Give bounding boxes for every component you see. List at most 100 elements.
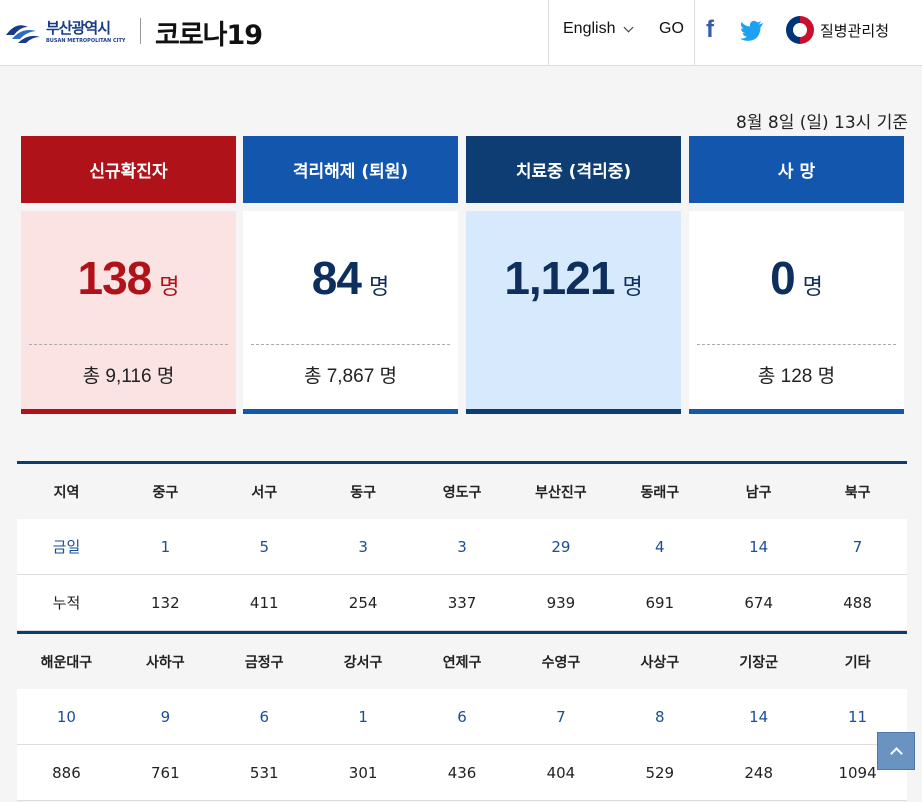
table-header-cell: 해운대구 bbox=[40, 654, 93, 671]
table-cell: 14 bbox=[749, 537, 769, 556]
stat-card-bar bbox=[466, 409, 681, 414]
table-cell: 337 bbox=[447, 593, 477, 612]
table-cell: 886 bbox=[52, 763, 81, 782]
update-date: 8월 8일 (일) 13시 기준 bbox=[736, 113, 908, 133]
stat-card-number: 0명 bbox=[689, 251, 904, 305]
kdca-link[interactable]: 질병관리청 bbox=[786, 16, 889, 44]
table-cell: 6 bbox=[457, 707, 467, 726]
stat-card-body: 138 명총 9,116 명 bbox=[21, 211, 236, 414]
table-cell: 488 bbox=[843, 593, 872, 612]
site-title[interactable]: 코로나19 bbox=[155, 13, 263, 52]
stat-card-total: 총 9,116 명 bbox=[82, 366, 175, 387]
table-header-cell: 사하구 bbox=[146, 654, 185, 671]
stat-card-body: 0명총 128 명 bbox=[689, 211, 904, 414]
table-cell: 254 bbox=[348, 593, 378, 612]
table-header-cell: 연제구 bbox=[442, 654, 482, 671]
stat-card-value: 138 bbox=[77, 252, 153, 304]
table-cell: 29 bbox=[551, 537, 571, 556]
stat-card-title: 사 망 bbox=[689, 136, 904, 203]
stat-card-bar bbox=[689, 409, 904, 414]
table-cell: 14 bbox=[749, 707, 769, 726]
table-cell: 761 bbox=[151, 763, 180, 782]
table-header-cell: 강서구 bbox=[343, 654, 383, 671]
logo-divider bbox=[140, 18, 141, 44]
table-header-row: 지역 중구 서구 동구 영도구 부산진구 동래구 남구 북구 bbox=[17, 464, 907, 519]
stat-card-divider bbox=[29, 344, 228, 345]
table-row-today: 금일 1 5 3 3 29 4 14 7 bbox=[17, 519, 907, 575]
site-header: 부산광역시 BUSAN METROPOLITAN CITY 코로나19 Engl… bbox=[0, 0, 922, 66]
table-cell: 7 bbox=[556, 707, 566, 726]
table-cell: 939 bbox=[546, 593, 576, 612]
stat-card-value: 0 bbox=[770, 252, 796, 304]
table-cell: 132 bbox=[151, 593, 180, 612]
table-cell: 1 bbox=[160, 537, 171, 556]
twitter-icon[interactable] bbox=[740, 20, 764, 42]
busan-logo-icon bbox=[4, 17, 42, 47]
language-select[interactable]: English bbox=[563, 20, 634, 38]
header-separator bbox=[694, 0, 695, 66]
table-header-cell: 기타 bbox=[844, 654, 871, 671]
table-header-cell: 사상구 bbox=[640, 654, 680, 671]
stat-card-title: 신규확진자 bbox=[21, 136, 236, 203]
table-cell: 531 bbox=[249, 763, 279, 782]
stat-card: 사 망 0명총 128 명 bbox=[689, 136, 904, 414]
stat-card-unit: 명 bbox=[368, 275, 390, 300]
table-cell: 248 bbox=[744, 763, 773, 782]
table-header-cell: 기장군 bbox=[739, 654, 778, 671]
table-cell: 3 bbox=[358, 537, 368, 556]
stat-card-bar bbox=[21, 409, 236, 414]
stat-card: 치료중 (격리중) 1,121 명 bbox=[466, 136, 681, 414]
stat-card-value: 84 bbox=[311, 252, 362, 304]
stat-card-number: 84 명 bbox=[243, 251, 458, 305]
stat-card-title: 치료중 (격리중) bbox=[466, 136, 681, 203]
scroll-top-icon bbox=[889, 747, 903, 760]
district-table: 지역 중구 서구 동구 영도구 부산진구 동래구 남구 북구 금일 1 5 3 3 29 4 14 7 누적 13… bbox=[17, 461, 907, 801]
stat-card-unit: 명 bbox=[159, 275, 180, 300]
table-cell: 301 bbox=[348, 763, 378, 782]
table-cell: 10 bbox=[56, 707, 76, 726]
table-cell: 529 bbox=[645, 763, 675, 782]
stat-card-title: 격리해제 (퇴원) bbox=[243, 136, 458, 203]
chevron-down-icon bbox=[624, 22, 634, 32]
stat-card-unit: 명 bbox=[802, 275, 823, 300]
busan-logo[interactable]: 부산광역시 BUSAN METROPOLITAN CITY bbox=[4, 14, 134, 50]
table-cell: 3 bbox=[457, 537, 467, 556]
table-cell: 691 bbox=[645, 593, 675, 612]
kdca-emblem-icon bbox=[786, 16, 814, 44]
table-cell: 404 bbox=[546, 763, 576, 782]
scroll-top-button[interactable] bbox=[877, 732, 915, 770]
stat-card-number: 138 명 bbox=[21, 251, 236, 305]
table-header-row: 해운대구 사하구 금정구 강서구 연제구 수영구 사상구 기장군 기타 bbox=[17, 634, 907, 689]
stat-card-body: 1,121 명 bbox=[466, 211, 681, 414]
stat-card: 격리해제 (퇴원) 84 명 총 7,867 명 bbox=[243, 136, 458, 414]
table-cell: 9 bbox=[160, 707, 171, 726]
table-header-cell: 남구 bbox=[745, 484, 772, 501]
table-header-cell: 부산진구 bbox=[535, 484, 587, 501]
stat-card-body: 84 명 총 7,867 명 bbox=[243, 211, 458, 414]
stat-card: 신규확진자 138 명총 9,116 명 bbox=[21, 136, 236, 414]
table-cell: 누적 bbox=[52, 594, 81, 612]
table-row-today: 10 9 6 1 6 7 8 14 11 bbox=[17, 689, 907, 745]
stat-card-divider bbox=[251, 344, 450, 345]
logo-korean-text: 부산광역시 bbox=[46, 19, 111, 37]
go-button[interactable]: GO bbox=[659, 20, 684, 38]
table-header-cell: 동구 bbox=[350, 484, 376, 501]
header-separator bbox=[548, 0, 549, 66]
table-row-cumulative: 누적 132 411 254 337 939 691 674 488 bbox=[17, 575, 907, 631]
stat-card-divider bbox=[697, 344, 896, 345]
table-header-cell: 영도구 bbox=[442, 484, 482, 501]
stat-card-total: 총 128 명 bbox=[757, 366, 836, 387]
table-header-cell: 서구 bbox=[251, 484, 278, 501]
language-label: English bbox=[563, 20, 616, 37]
table-header-cell: 금정구 bbox=[244, 654, 284, 671]
table-cell: 4 bbox=[655, 537, 665, 556]
table-cell: 1 bbox=[358, 707, 368, 726]
logo-english-text: BUSAN METROPOLITAN CITY bbox=[46, 38, 126, 44]
table-cell: 8 bbox=[655, 707, 665, 726]
stat-card-bar bbox=[243, 409, 458, 414]
stat-card-number: 1,121 명 bbox=[466, 251, 681, 305]
table-header-cell: 지역 bbox=[53, 484, 80, 501]
kdca-label: 질병관리청 bbox=[820, 21, 890, 40]
table-cell: 674 bbox=[744, 593, 773, 612]
facebook-icon[interactable]: f bbox=[706, 16, 714, 44]
